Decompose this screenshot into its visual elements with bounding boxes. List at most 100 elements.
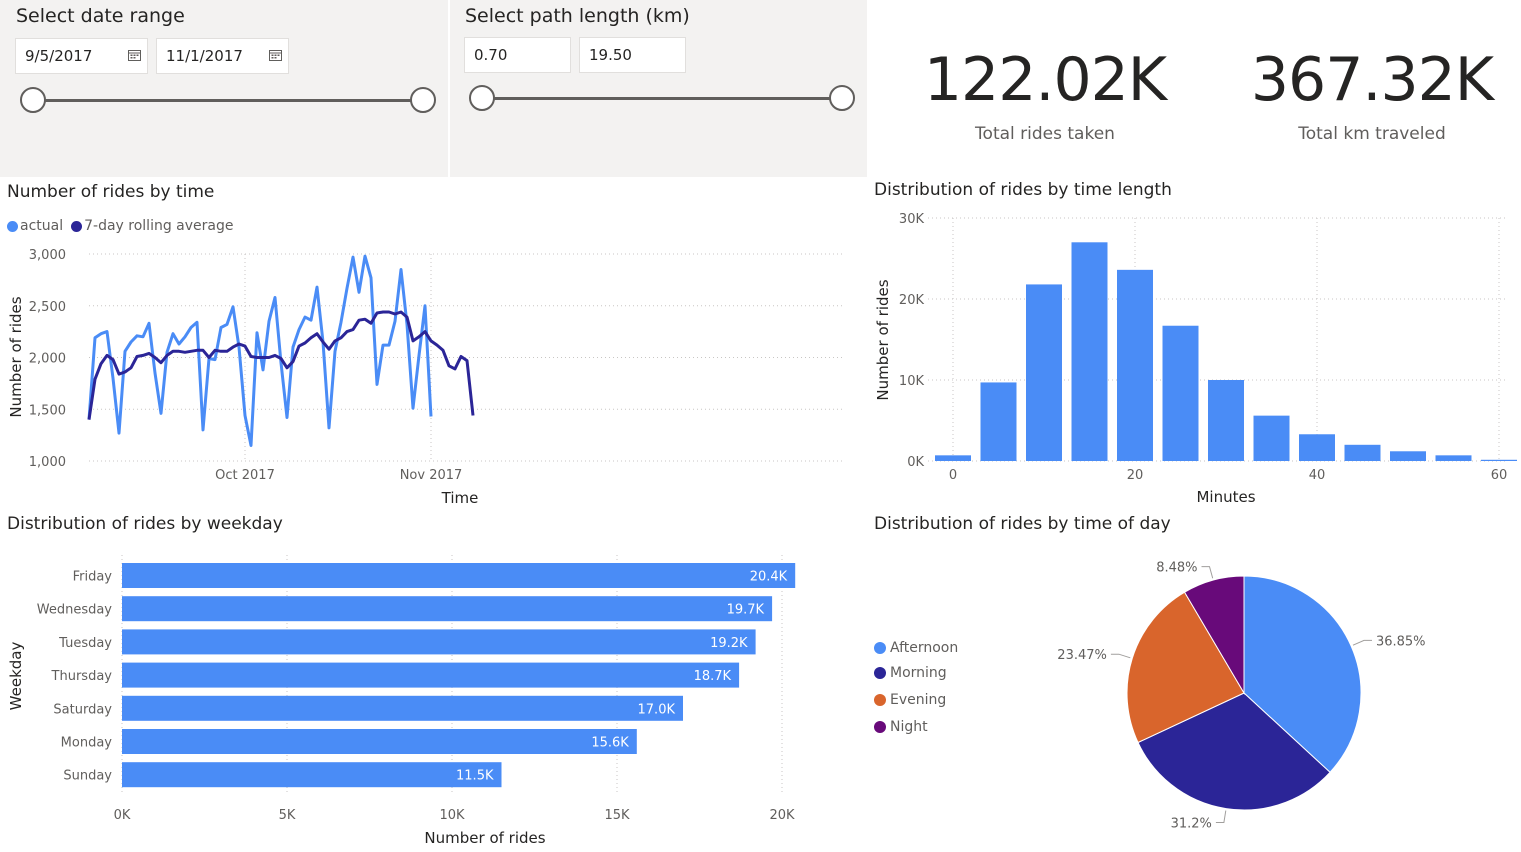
y-axis-title: Number of rides	[874, 279, 892, 400]
date-slider-end-handle[interactable]	[410, 87, 436, 113]
weekday-bar	[122, 596, 773, 622]
min-length-input[interactable]: 0.70	[464, 37, 571, 73]
slice-data-label: 31.2%	[1171, 816, 1212, 831]
weekday-bar	[122, 762, 502, 788]
kpi-total-rides-value: 122.02K	[923, 45, 1167, 115]
histogram-title: Distribution of rides by time length	[874, 180, 1172, 200]
y-tick-label: 20K	[899, 293, 925, 308]
histogram-bar	[1117, 269, 1153, 461]
date-slicer-title: Select date range	[16, 5, 185, 27]
x-tick-label: 0	[949, 468, 957, 483]
kpi-total-km-label: Total km traveled	[1298, 124, 1446, 144]
bar-data-label: 19.7K	[727, 603, 765, 618]
y-tick-label: 2,000	[29, 352, 66, 367]
x-axis-title: Number of rides	[424, 829, 545, 847]
weekday-label: Monday	[61, 736, 113, 751]
x-axis-title: Minutes	[1196, 488, 1255, 506]
max-length-value: 19.50	[589, 46, 632, 64]
weekday-label: Saturday	[53, 702, 112, 717]
weekday-bar	[122, 729, 637, 754]
y-tick-label: 30K	[899, 212, 925, 227]
line-chart-title: Number of rides by time	[7, 182, 215, 202]
weekday-bar	[122, 662, 740, 688]
morning-label: Morning	[890, 665, 947, 681]
afternoon-label: Afternoon	[890, 640, 959, 656]
pie-chart-title: Distribution of rides by time of day	[874, 514, 1171, 534]
slice-data-label: 23.47%	[1057, 648, 1107, 663]
y-tick-label: 10K	[899, 374, 925, 389]
bar-data-label: 15.6K	[591, 736, 629, 751]
line-chart-legend: actual 7-day rolling average	[7, 218, 233, 234]
pie-legend-item-morning[interactable]: Morning	[874, 665, 958, 681]
bar-data-label: 20.4K	[750, 570, 788, 585]
y-axis-title: Weekday	[7, 642, 25, 711]
histogram-bar	[1208, 380, 1244, 461]
x-tick-label: 15K	[604, 808, 630, 823]
start-date-input[interactable]: 9/5/2017	[15, 38, 148, 74]
weekday-label: Tuesday	[58, 636, 112, 651]
weekday-label: Friday	[73, 570, 113, 585]
weekday-label: Sunday	[63, 769, 112, 784]
y-tick-label: 2,500	[29, 300, 66, 315]
y-tick-label: 1,000	[29, 455, 66, 470]
rides-by-time-of-day-pie[interactable]: 36.85% 31.2% 23.47% 8.48%	[1030, 545, 1520, 845]
rides-by-time-length-chart[interactable]: 0K 10K 20K 30K 0 20 40 60 Minutes Number of rides	[866, 205, 1521, 510]
date-range-slicer: Select date range 9/5/2017 11/1/2017	[0, 0, 448, 177]
weekday-bar	[122, 695, 683, 721]
length-slider-min-handle[interactable]	[469, 85, 495, 111]
histogram-bar	[1390, 451, 1426, 461]
kpi-total-rides-label: Total rides taken	[975, 124, 1115, 144]
leader-line	[1215, 810, 1227, 823]
actual-series-line	[87, 254, 433, 447]
night-dot	[874, 721, 886, 733]
calendar-icon[interactable]	[269, 49, 282, 61]
start-date-value: 9/5/2017	[25, 47, 93, 65]
bar-data-label: 11.5K	[456, 769, 494, 784]
bar-data-label: 19.2K	[710, 636, 748, 651]
pie-legend-item-night[interactable]: Night	[874, 719, 958, 735]
length-slider-track[interactable]	[483, 97, 843, 100]
slice-data-label: 8.48%	[1156, 561, 1197, 576]
legend-rolling-label[interactable]: 7-day rolling average	[84, 218, 233, 234]
bar-data-label: 18.7K	[694, 669, 732, 684]
y-tick-label: 0K	[907, 455, 924, 470]
evening-dot	[874, 694, 886, 706]
leader-line	[1352, 639, 1372, 646]
length-slicer-title: Select path length (km)	[465, 5, 690, 27]
x-tick-label: 20	[1127, 468, 1144, 483]
histogram-bar	[1435, 455, 1472, 461]
legend-actual-label[interactable]: actual	[20, 218, 63, 234]
pie-legend: Afternoon Morning Evening Night	[874, 640, 958, 735]
x-tick-label: 40	[1309, 468, 1326, 483]
x-tick-label: Oct 2017	[215, 468, 275, 483]
y-axis-title: Number of rides	[7, 296, 25, 417]
end-date-input[interactable]: 11/1/2017	[156, 38, 289, 74]
leader-line	[1201, 566, 1214, 579]
x-tick-label: Nov 2017	[400, 468, 463, 483]
x-tick-label: 60	[1491, 468, 1508, 483]
weekday-label: Thursday	[51, 669, 113, 684]
histogram-bar	[1481, 459, 1517, 461]
calendar-icon[interactable]	[128, 49, 141, 61]
histogram-bar	[1344, 444, 1381, 461]
rides-by-time-line-chart[interactable]: 1,000 1,500 2,000 2,500 3,000 Oct 2017 Nov 201…	[0, 240, 860, 512]
weekday-bar	[122, 629, 756, 655]
night-label: Night	[890, 719, 928, 735]
weekday-bar	[122, 563, 796, 588]
legend-actual-dot	[7, 220, 18, 232]
x-axis-title: Time	[441, 489, 479, 507]
leader-line	[1110, 653, 1131, 659]
histogram-bar	[1071, 242, 1108, 461]
histogram-bar	[980, 382, 1017, 461]
pie-legend-item-afternoon[interactable]: Afternoon	[874, 640, 958, 656]
date-slider-start-handle[interactable]	[20, 87, 46, 113]
histogram-bar	[1162, 325, 1199, 461]
date-slider-track[interactable]	[34, 99, 424, 102]
length-slider-max-handle[interactable]	[829, 85, 855, 111]
rides-by-weekday-chart[interactable]: 0K 5K 10K 15K 20K Friday 20.4K Wednesday 19.7K Tu…	[0, 545, 860, 851]
pie-legend-item-evening[interactable]: Evening	[874, 692, 958, 708]
min-length-value: 0.70	[474, 46, 508, 64]
max-length-input[interactable]: 19.50	[579, 37, 686, 73]
end-date-value: 11/1/2017	[166, 47, 243, 65]
histogram-bar	[1026, 284, 1062, 461]
